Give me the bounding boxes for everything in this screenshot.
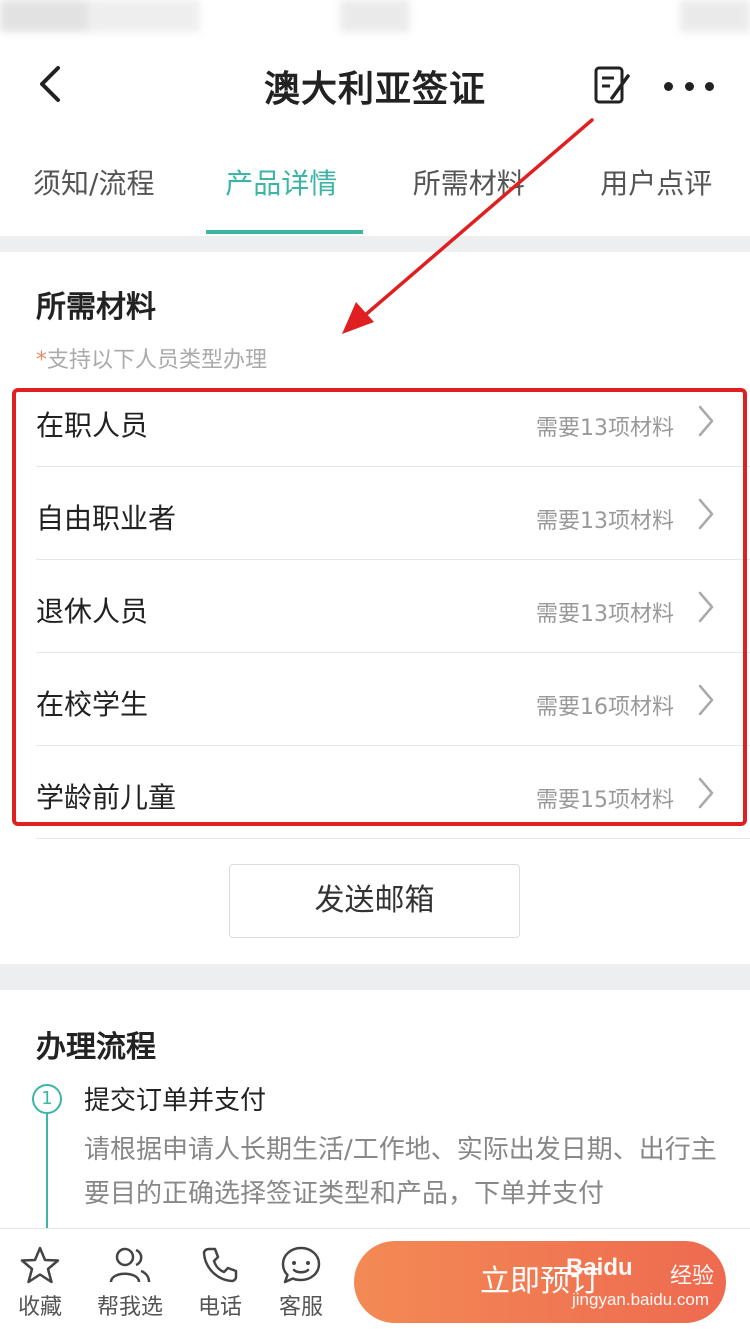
customer-service-button[interactable]: 客服 [266,1245,336,1321]
step-number: 1 [32,1084,62,1114]
required-star: * [36,348,47,373]
material-count: 需要15项材料 [536,788,674,813]
hint-text: 支持以下人员类型办理 [47,348,268,373]
materials-title: 所需材料 [36,290,156,325]
customer-service-label: 客服 [278,1295,323,1320]
chevron-right-icon [698,498,714,530]
baidu-watermark: Baidu 经验 jingyan.baidu.com [566,1254,736,1318]
tab-notice-process[interactable]: 须知/流程 [0,134,188,234]
blurred-block [0,0,90,32]
blurred-block [90,0,200,32]
phone-label: 电话 [197,1295,242,1320]
list-item[interactable]: 在职人员 需要13项材料 [36,374,750,467]
nav-header: 澳大利亚签证 [0,34,750,134]
materials-hint: *支持以下人员类型办理 [36,342,267,374]
applicant-type-label: 在职人员 [36,409,149,442]
favorite-label: 收藏 [17,1295,62,1320]
list-item[interactable]: 自由职业者 需要13项材料 [36,467,750,560]
watermark-text: 经验 [670,1264,715,1289]
step-timeline-line [46,1114,48,1234]
tab-product-details[interactable]: 产品详情 [188,134,376,234]
divider [36,838,750,839]
step-description: 请根据申请人长期生活/工作地、实际出发日期、出行主要目的正确选择签证类型和产品，… [84,1135,717,1209]
section-divider [0,236,750,252]
list-item[interactable]: 在校学生 需要16项材料 [36,653,750,746]
more-dots-icon [684,81,694,91]
tab-bar: 须知/流程 产品详情 所需材料 用户点评 [0,134,750,234]
applicant-type-label: 退休人员 [36,595,149,628]
favorite-button[interactable]: 收藏 [5,1245,75,1321]
tab-reviews[interactable]: 用户点评 [563,134,750,234]
applicant-type-label: 在校学生 [36,688,149,721]
applicant-type-list: 在职人员 需要13项材料 自由职业者 需要13项材料 退休人员 需要13项材料 … [36,374,750,839]
more-button[interactable] [664,64,714,108]
material-count: 需要13项材料 [536,602,674,627]
process-title: 办理流程 [36,1030,156,1065]
chevron-right-icon [698,777,714,809]
watermark-logo: Baidu [566,1254,633,1281]
tab-materials[interactable]: 所需材料 [375,134,563,234]
send-email-button[interactable]: 发送邮箱 [229,864,520,938]
status-bar [0,0,750,34]
chevron-right-icon [698,684,714,716]
list-item[interactable]: 退休人员 需要13项材料 [36,560,750,653]
step-title: 提交订单并支付 [84,1086,267,1116]
help-me-choose-button[interactable]: 帮我选 [95,1245,165,1321]
section-divider [0,964,750,990]
material-count: 需要13项材料 [536,509,674,534]
phone-icon [202,1247,238,1283]
star-icon [20,1246,60,1284]
edit-button[interactable] [590,64,634,108]
blurred-block [680,0,750,32]
blurred-block [340,0,410,32]
chevron-right-icon [698,591,714,623]
watermark-url: jingyan.baidu.com [572,1290,710,1309]
list-item[interactable]: 学龄前儿童 需要15项材料 [36,746,750,839]
more-dots-icon [705,81,714,91]
more-dots-icon [664,81,673,91]
material-count: 需要13项材料 [536,416,674,441]
applicant-type-label: 学龄前儿童 [36,781,177,814]
users-icon [109,1247,151,1283]
chevron-right-icon [698,405,714,437]
note-edit-icon [594,66,630,104]
chat-bubble-icon [281,1246,321,1284]
help-me-choose-label: 帮我选 [96,1295,163,1320]
page-title: 澳大利亚签证 [263,69,486,110]
material-count: 需要16项材料 [536,695,674,720]
phone-button[interactable]: 电话 [185,1245,255,1321]
applicant-type-label: 自由职业者 [36,502,177,535]
